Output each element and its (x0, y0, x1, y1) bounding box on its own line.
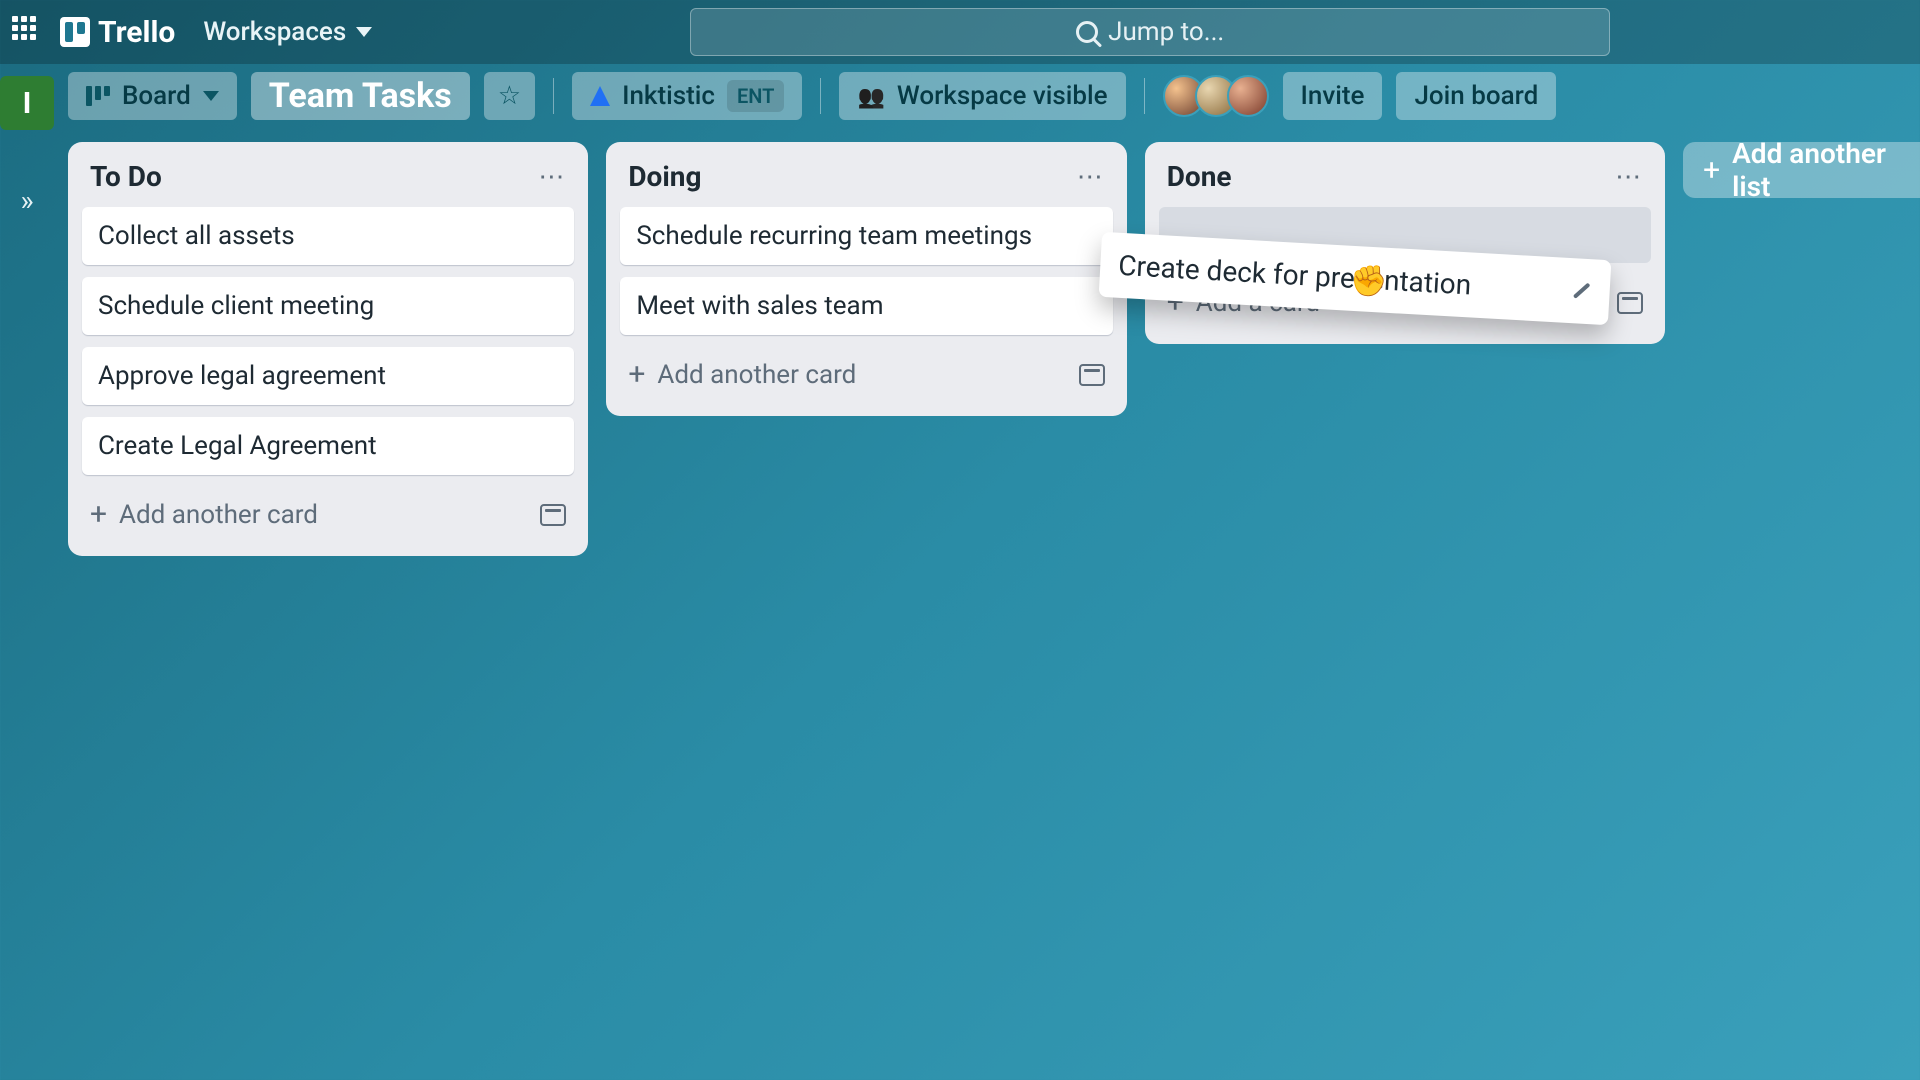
atlassian-icon (590, 86, 610, 106)
list-header: To Do ⋯ (82, 156, 574, 195)
card[interactable]: Create Legal Agreement (82, 417, 574, 475)
workspace-badge: ENT (727, 80, 784, 112)
card[interactable]: Schedule recurring team meetings (620, 207, 1112, 265)
add-list-button[interactable]: + Add another list (1683, 142, 1920, 198)
workspaces-label: Workspaces (203, 17, 346, 47)
card[interactable]: Approve legal agreement (82, 347, 574, 405)
card[interactable]: Collect all assets (82, 207, 574, 265)
chevron-down-icon (203, 91, 219, 101)
list-menu-icon[interactable]: ⋯ (538, 162, 566, 192)
card[interactable]: Schedule client meeting (82, 277, 574, 335)
add-card-label: Add another card (657, 360, 856, 390)
card[interactable]: Meet with sales team (620, 277, 1112, 335)
workspace-name: Inktistic (622, 81, 715, 111)
join-board-button[interactable]: Join board (1396, 72, 1556, 120)
list-title[interactable]: To Do (90, 160, 162, 193)
template-icon[interactable] (1617, 292, 1643, 314)
template-icon[interactable] (540, 504, 566, 526)
toolbar-divider (820, 78, 821, 114)
dragging-card-title: Create deck for presentation (1117, 249, 1472, 302)
board-area: I » Board Team Tasks ☆ Inktistic ENT (0, 64, 1920, 1080)
search-input[interactable]: Jump to... (690, 8, 1610, 56)
board-title[interactable]: Team Tasks (251, 72, 470, 120)
board-content: Board Team Tasks ☆ Inktistic ENT Workspa… (54, 64, 1920, 1080)
list-menu-icon[interactable]: ⋯ (1077, 162, 1105, 192)
workspace-initial: I (23, 86, 32, 121)
list-todo: To Do ⋯ Collect all assets Schedule clie… (68, 142, 588, 556)
board-view-label: Board (122, 81, 191, 111)
add-list-label: Add another list (1732, 137, 1920, 203)
plus-icon: + (1703, 153, 1720, 188)
template-icon[interactable] (1079, 364, 1105, 386)
list-menu-icon[interactable]: ⋯ (1615, 162, 1643, 192)
board-icon (86, 86, 110, 106)
board-members[interactable] (1163, 75, 1269, 117)
chevron-down-icon (356, 27, 372, 37)
lists-container: To Do ⋯ Collect all assets Schedule clie… (54, 128, 1920, 1080)
invite-button[interactable]: Invite (1283, 72, 1383, 120)
plus-icon: + (90, 497, 107, 532)
list-header: Done ⋯ (1159, 156, 1651, 195)
board-toolbar: Board Team Tasks ☆ Inktistic ENT Workspa… (54, 64, 1920, 128)
workspace-link[interactable]: Inktistic ENT (572, 72, 802, 120)
search-placeholder: Jump to... (1108, 17, 1224, 47)
left-rail: I » (0, 64, 54, 1080)
trello-logo[interactable]: Trello (60, 15, 175, 50)
global-header: Trello Workspaces Jump to... (0, 0, 1920, 64)
list-title[interactable]: Done (1167, 160, 1232, 193)
add-card-button[interactable]: + Add another card (82, 487, 574, 542)
search-icon (1076, 21, 1098, 43)
list-title[interactable]: Doing (628, 160, 701, 193)
workspace-square[interactable]: I (0, 76, 54, 130)
invite-label: Invite (1301, 81, 1365, 111)
plus-icon: + (628, 357, 645, 392)
list-header: Doing ⋯ (620, 156, 1112, 195)
toolbar-divider (553, 78, 554, 114)
expand-sidebar-icon[interactable]: » (20, 184, 33, 217)
visibility-button[interactable]: Workspace visible (839, 72, 1125, 120)
pencil-icon[interactable] (1569, 280, 1592, 303)
star-button[interactable]: ☆ (484, 72, 535, 120)
toolbar-divider (1144, 78, 1145, 114)
list-doing: Doing ⋯ Schedule recurring team meetings… (606, 142, 1126, 416)
avatar[interactable] (1227, 75, 1269, 117)
board-title-text: Team Tasks (269, 76, 452, 116)
add-card-label: Add another card (119, 500, 318, 530)
add-card-button[interactable]: + Add another card (620, 347, 1112, 402)
board-view-switcher[interactable]: Board (68, 72, 237, 120)
workspaces-dropdown[interactable]: Workspaces (191, 11, 384, 53)
join-board-label: Join board (1414, 81, 1538, 111)
people-icon (857, 81, 884, 111)
visibility-label: Workspace visible (897, 81, 1108, 111)
trello-logo-text: Trello (98, 15, 175, 50)
star-icon: ☆ (498, 81, 521, 111)
apps-switcher-icon[interactable] (12, 16, 44, 48)
trello-logo-icon (60, 17, 90, 47)
